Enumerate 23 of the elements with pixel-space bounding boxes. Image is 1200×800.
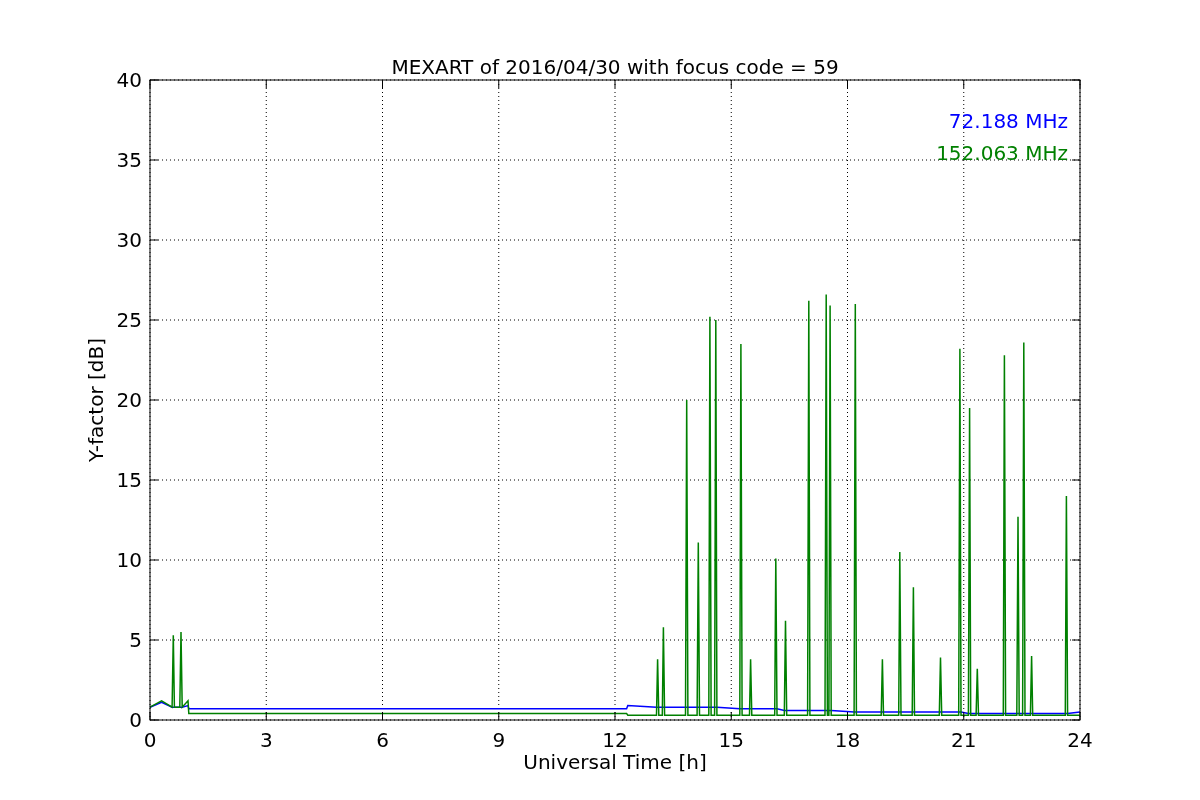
tick-label: 25 — [116, 308, 142, 332]
tick-label: 20 — [116, 388, 142, 412]
tick-label: 5 — [129, 628, 142, 652]
tick-label: 15 — [718, 728, 744, 752]
axis-label: Universal Time [h] — [523, 750, 707, 774]
tick-label: 6 — [376, 728, 389, 752]
tick-label: 0 — [143, 728, 157, 752]
tick-label: 18 — [834, 728, 861, 752]
axis-label: Y-factor [dB] — [84, 338, 108, 462]
legend-label: 72.188 MHz — [948, 109, 1068, 133]
tick-label: 15 — [116, 468, 142, 492]
tick-label: 12 — [602, 728, 628, 752]
chart-title: MEXART of 2016/04/30 with focus code = 59 — [391, 55, 839, 79]
tick-label: 10 — [116, 548, 142, 572]
tick-label: 35 — [116, 148, 142, 172]
tick-label: 40 — [116, 68, 142, 92]
legend-label: 152.063 MHz — [936, 141, 1068, 165]
tick-label: 3 — [259, 728, 273, 752]
tick-label: 21 — [951, 728, 977, 752]
tick-label: 30 — [116, 228, 142, 252]
tick-label: 24 — [1067, 728, 1093, 752]
tick-label: 9 — [492, 728, 506, 752]
tick-label: 0 — [129, 708, 142, 732]
